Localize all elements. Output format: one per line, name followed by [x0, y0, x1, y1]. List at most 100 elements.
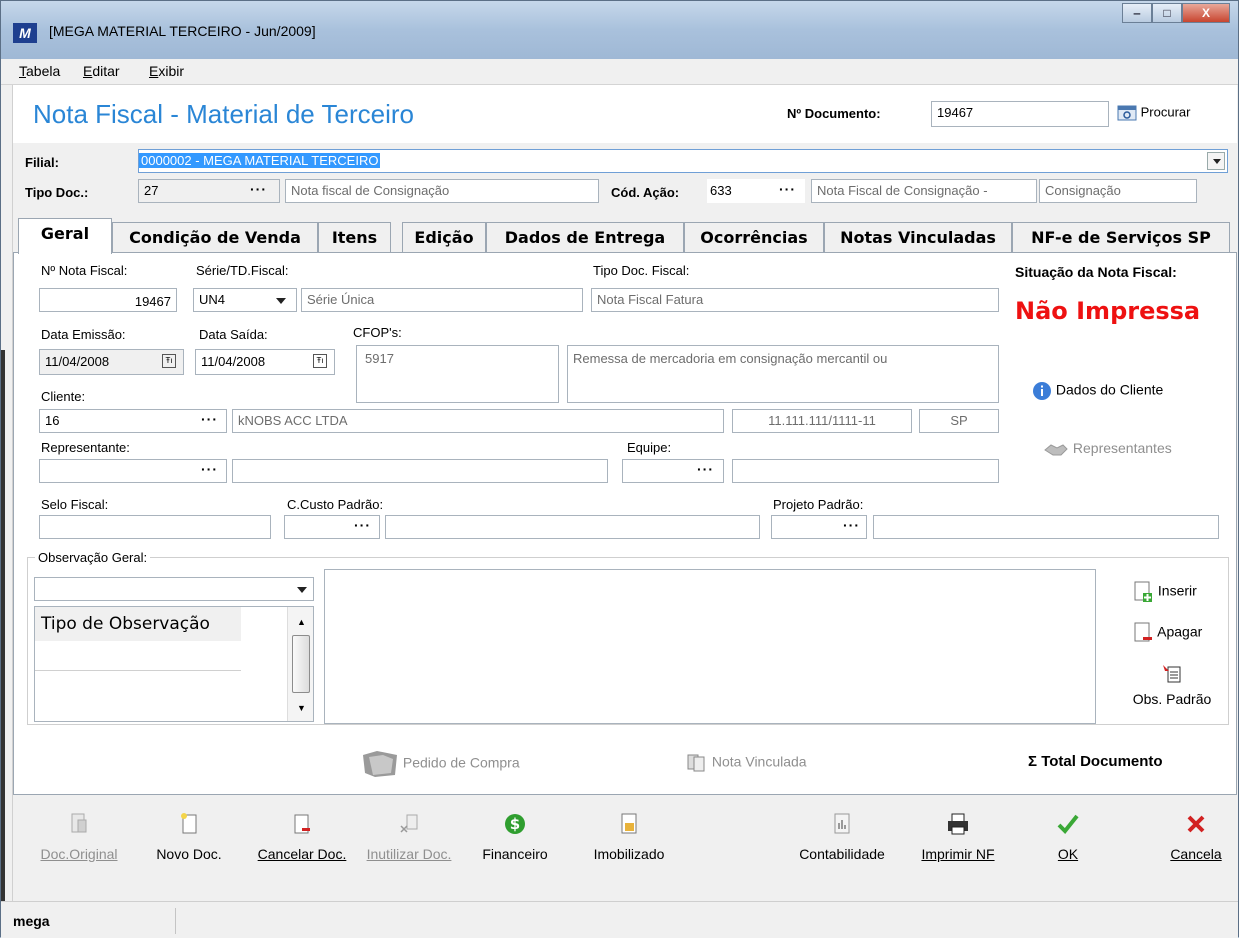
equipe-lookup-button[interactable]: ··· — [697, 461, 714, 477]
selo-fiscal-field[interactable] — [39, 515, 271, 539]
menu-exibir[interactable]: Exibir — [149, 63, 184, 79]
filial-dropdown-button[interactable] — [1207, 152, 1225, 170]
representante-lookup-button[interactable]: ··· — [201, 461, 218, 477]
dollar-icon: $ — [505, 814, 525, 834]
maximize-button[interactable]: □ — [1152, 3, 1182, 23]
tab-nfe-servicos-sp[interactable]: NF-e de Serviços SP — [1012, 222, 1230, 253]
cancelar-doc-button[interactable]: Cancelar Doc. — [241, 812, 363, 862]
tab-notas-vinculadas[interactable]: Notas Vinculadas — [824, 222, 1012, 253]
imobilizado-button[interactable]: Imobilizado — [579, 812, 679, 862]
financeiro-button[interactable]: $ Financeiro — [468, 812, 562, 862]
data-emissao-value: 11/04/2008 — [45, 354, 110, 369]
x-icon — [1187, 815, 1205, 833]
serie-description: Série Única — [301, 288, 583, 312]
total-documento-label: Total Documento — [1041, 753, 1163, 770]
total-documento-button[interactable]: Σ Total Documento — [1028, 753, 1163, 770]
cancel-doc-icon — [294, 814, 310, 834]
tab-geral[interactable]: Geral — [18, 218, 112, 254]
representante-code-field[interactable] — [39, 459, 227, 483]
cfop-field[interactable]: 5917 — [356, 345, 559, 403]
cliente-name-field: kNOBS ACC LTDA — [232, 409, 724, 433]
contabilidade-button[interactable]: Contabilidade — [788, 812, 896, 862]
observacao-textarea[interactable] — [324, 569, 1096, 724]
serie-label: Série/TD.Fiscal: — [196, 263, 289, 278]
data-saida-label: Data Saída: — [199, 327, 268, 342]
apagar-button[interactable]: Apagar — [1132, 622, 1202, 644]
tipo-doc-fiscal-field: Nota Fiscal Fatura — [591, 288, 999, 312]
nf-number-field[interactable]: 19467 — [39, 288, 177, 312]
observacao-scrollbar[interactable]: ▲ ▼ — [287, 607, 313, 721]
projeto-label: Projeto Padrão: — [773, 497, 864, 512]
observacao-type-list[interactable]: Tipo de Observação ▲ ▼ — [34, 606, 314, 722]
ccusto-lookup-button[interactable]: ··· — [354, 517, 371, 533]
equipe-label: Equipe: — [627, 440, 672, 455]
folder-icon — [363, 751, 397, 777]
standard-obs-icon — [1163, 665, 1181, 683]
scroll-thumb[interactable] — [292, 635, 310, 693]
list-item[interactable] — [35, 641, 241, 671]
nota-vinculada-button[interactable]: Nota Vinculada — [686, 753, 807, 773]
filial-selected-value: 0000002 - MEGA MATERIAL TERCEIRO — [139, 153, 381, 168]
data-saida-field[interactable]: 11/04/2008 Ŧı — [195, 349, 335, 375]
apagar-label: Apagar — [1157, 623, 1203, 640]
menu-tabela[interactable]: Tabela — [19, 63, 60, 79]
insert-doc-icon — [1134, 581, 1152, 602]
representantes-button[interactable]: Representantes — [1043, 440, 1172, 458]
page-title: Nota Fiscal - Material de Terceiro — [33, 99, 414, 129]
disable-doc-icon — [400, 814, 418, 833]
window-controls: ‒ □ X — [1122, 3, 1230, 23]
status-bar: mega — [1, 901, 1238, 938]
tab-condicao-venda[interactable]: Condição de Venda — [112, 222, 318, 253]
tab-dados-entrega[interactable]: Dados de Entrega — [486, 222, 684, 253]
projeto-name-field — [873, 515, 1219, 539]
tab-ocorrencias[interactable]: Ocorrências — [684, 222, 824, 253]
projeto-lookup-button[interactable]: ··· — [843, 517, 860, 533]
close-button[interactable]: X — [1182, 3, 1230, 23]
status-user: mega — [13, 908, 176, 934]
dados-cliente-label: Dados do Cliente — [1055, 381, 1164, 398]
data-emissao-label: Data Emissão: — [41, 327, 126, 342]
printer-icon — [948, 813, 968, 835]
representante-label: Representante: — [41, 440, 130, 455]
chevron-down-icon — [297, 587, 307, 593]
info-icon — [1033, 382, 1051, 400]
cliente-lookup-button[interactable]: ··· — [201, 411, 218, 427]
cancela-button[interactable]: Cancela — [1163, 812, 1229, 862]
cliente-code-field[interactable]: 16 — [39, 409, 227, 433]
tipo-doc-lookup-button[interactable]: ··· — [250, 181, 267, 197]
scroll-up-icon[interactable]: ▲ — [297, 617, 306, 627]
equipe-name-field — [732, 459, 999, 483]
contabilidade-label: Contabilidade — [799, 846, 885, 862]
left-edge — [1, 85, 13, 910]
calendar-icon[interactable]: Ŧı — [162, 354, 176, 368]
tab-edicao[interactable]: Edição — [402, 222, 486, 253]
inserir-button[interactable]: Inserir — [1132, 581, 1197, 603]
menu-editar[interactable]: Editar — [83, 63, 120, 79]
doc-number-input[interactable]: 19467 — [931, 101, 1109, 127]
obs-padrao-button[interactable]: Obs. Padrão — [1122, 663, 1222, 707]
cancelar-doc-label: Cancelar Doc. — [257, 846, 347, 862]
pedido-compra-button[interactable]: Pedido de Compra — [361, 749, 520, 779]
tab-itens[interactable]: Itens — [318, 222, 391, 253]
search-button[interactable]: Procurar — [1117, 104, 1190, 122]
ok-button[interactable]: OK — [1043, 812, 1093, 862]
doc-original-button[interactable]: Doc.Original — [19, 812, 139, 862]
representante-name-field — [232, 459, 608, 483]
cliente-uf-field: SP — [919, 409, 999, 433]
serie-select[interactable]: UN4 — [193, 288, 297, 312]
data-emissao-field[interactable]: 11/04/2008 Ŧı — [39, 349, 184, 375]
calendar-icon[interactable]: Ŧı — [313, 354, 327, 368]
novo-doc-button[interactable]: Novo Doc. — [144, 812, 234, 862]
dados-cliente-button[interactable]: Dados do Cliente — [1032, 381, 1163, 401]
ccusto-label: C.Custo Padrão: — [287, 497, 384, 512]
nota-vinculada-label: Nota Vinculada — [711, 753, 807, 770]
filial-select[interactable]: 0000002 - MEGA MATERIAL TERCEIRO — [138, 149, 1228, 173]
title-bar: M [MEGA MATERIAL TERCEIRO - Jun/2009] ‒ … — [1, 1, 1238, 59]
inutilizar-doc-button[interactable]: Inutilizar Doc. — [355, 812, 463, 862]
doc-number-label: Nº Documento: — [787, 106, 881, 121]
scroll-down-icon[interactable]: ▼ — [297, 703, 306, 713]
observacao-type-select[interactable] — [34, 577, 314, 601]
imprimir-nf-button[interactable]: Imprimir NF — [908, 812, 1008, 862]
cod-acao-lookup-button[interactable]: ··· — [779, 181, 796, 197]
minimize-button[interactable]: ‒ — [1122, 3, 1152, 23]
